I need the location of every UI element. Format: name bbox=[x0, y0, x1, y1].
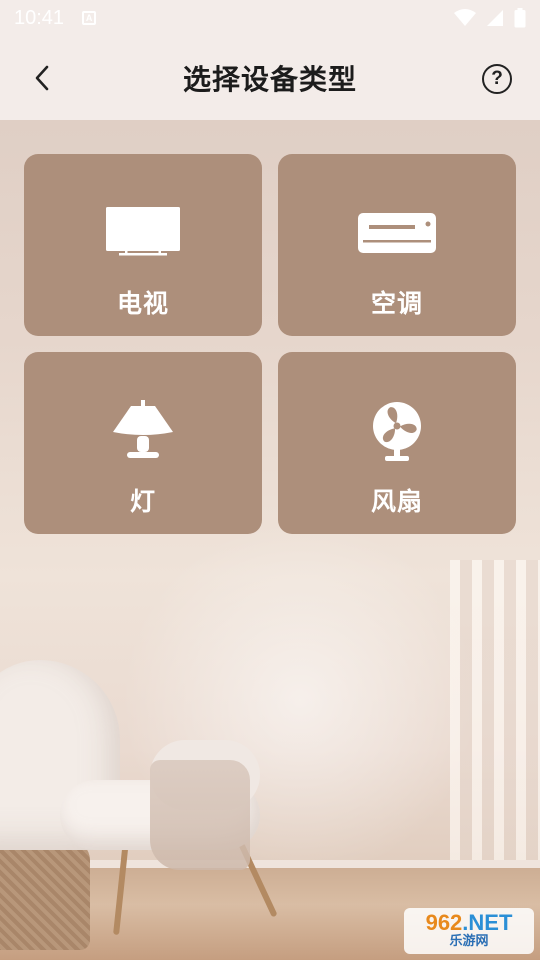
fan-icon bbox=[373, 402, 421, 461]
status-time: 10:41 bbox=[14, 6, 65, 29]
device-card-fan[interactable]: 风扇 bbox=[278, 352, 516, 534]
device-label: 风扇 bbox=[370, 487, 423, 516]
device-card-tv[interactable]: 电视 bbox=[24, 154, 262, 336]
status-icons bbox=[454, 8, 526, 28]
device-label: 灯 bbox=[129, 487, 156, 516]
watermark-suffix: .NET bbox=[462, 910, 513, 935]
watermark-brand: 962.NET bbox=[426, 912, 513, 934]
device-label: 空调 bbox=[370, 289, 423, 318]
lamp-icon bbox=[113, 400, 173, 458]
page-title: 选择设备类型 bbox=[182, 63, 357, 96]
device-card-lamp[interactable]: 灯 bbox=[24, 352, 262, 534]
curtain bbox=[450, 560, 540, 880]
notification-a-icon: A bbox=[82, 11, 97, 25]
icon-wrap bbox=[111, 392, 175, 470]
status-bar: 10:41 A bbox=[0, 0, 540, 36]
chair-throw bbox=[150, 760, 250, 870]
watermark-number: 962 bbox=[425, 910, 463, 935]
header: 选择设备类型 ? bbox=[0, 36, 540, 120]
watermark-sub: 乐游网 bbox=[449, 934, 489, 949]
icon-wrap bbox=[357, 194, 437, 272]
watermark-logo: 962.NET 乐游网 bbox=[404, 908, 534, 954]
battery-icon bbox=[514, 8, 526, 28]
icon-wrap bbox=[105, 194, 181, 272]
air-conditioner-icon bbox=[358, 213, 436, 253]
icon-wrap bbox=[371, 392, 423, 470]
back-button[interactable] bbox=[28, 64, 56, 92]
device-type-grid: 电视 空调 灯 风扇 bbox=[24, 154, 516, 534]
wifi-icon bbox=[454, 9, 476, 26]
question-mark-icon: ? bbox=[491, 68, 503, 89]
device-card-air-conditioner[interactable]: 空调 bbox=[278, 154, 516, 336]
basket bbox=[0, 840, 90, 950]
tv-icon bbox=[106, 207, 180, 256]
device-label: 电视 bbox=[116, 289, 169, 318]
back-arrow-icon bbox=[35, 65, 49, 91]
help-button[interactable]: ? bbox=[482, 64, 512, 94]
signal-icon bbox=[487, 10, 503, 26]
